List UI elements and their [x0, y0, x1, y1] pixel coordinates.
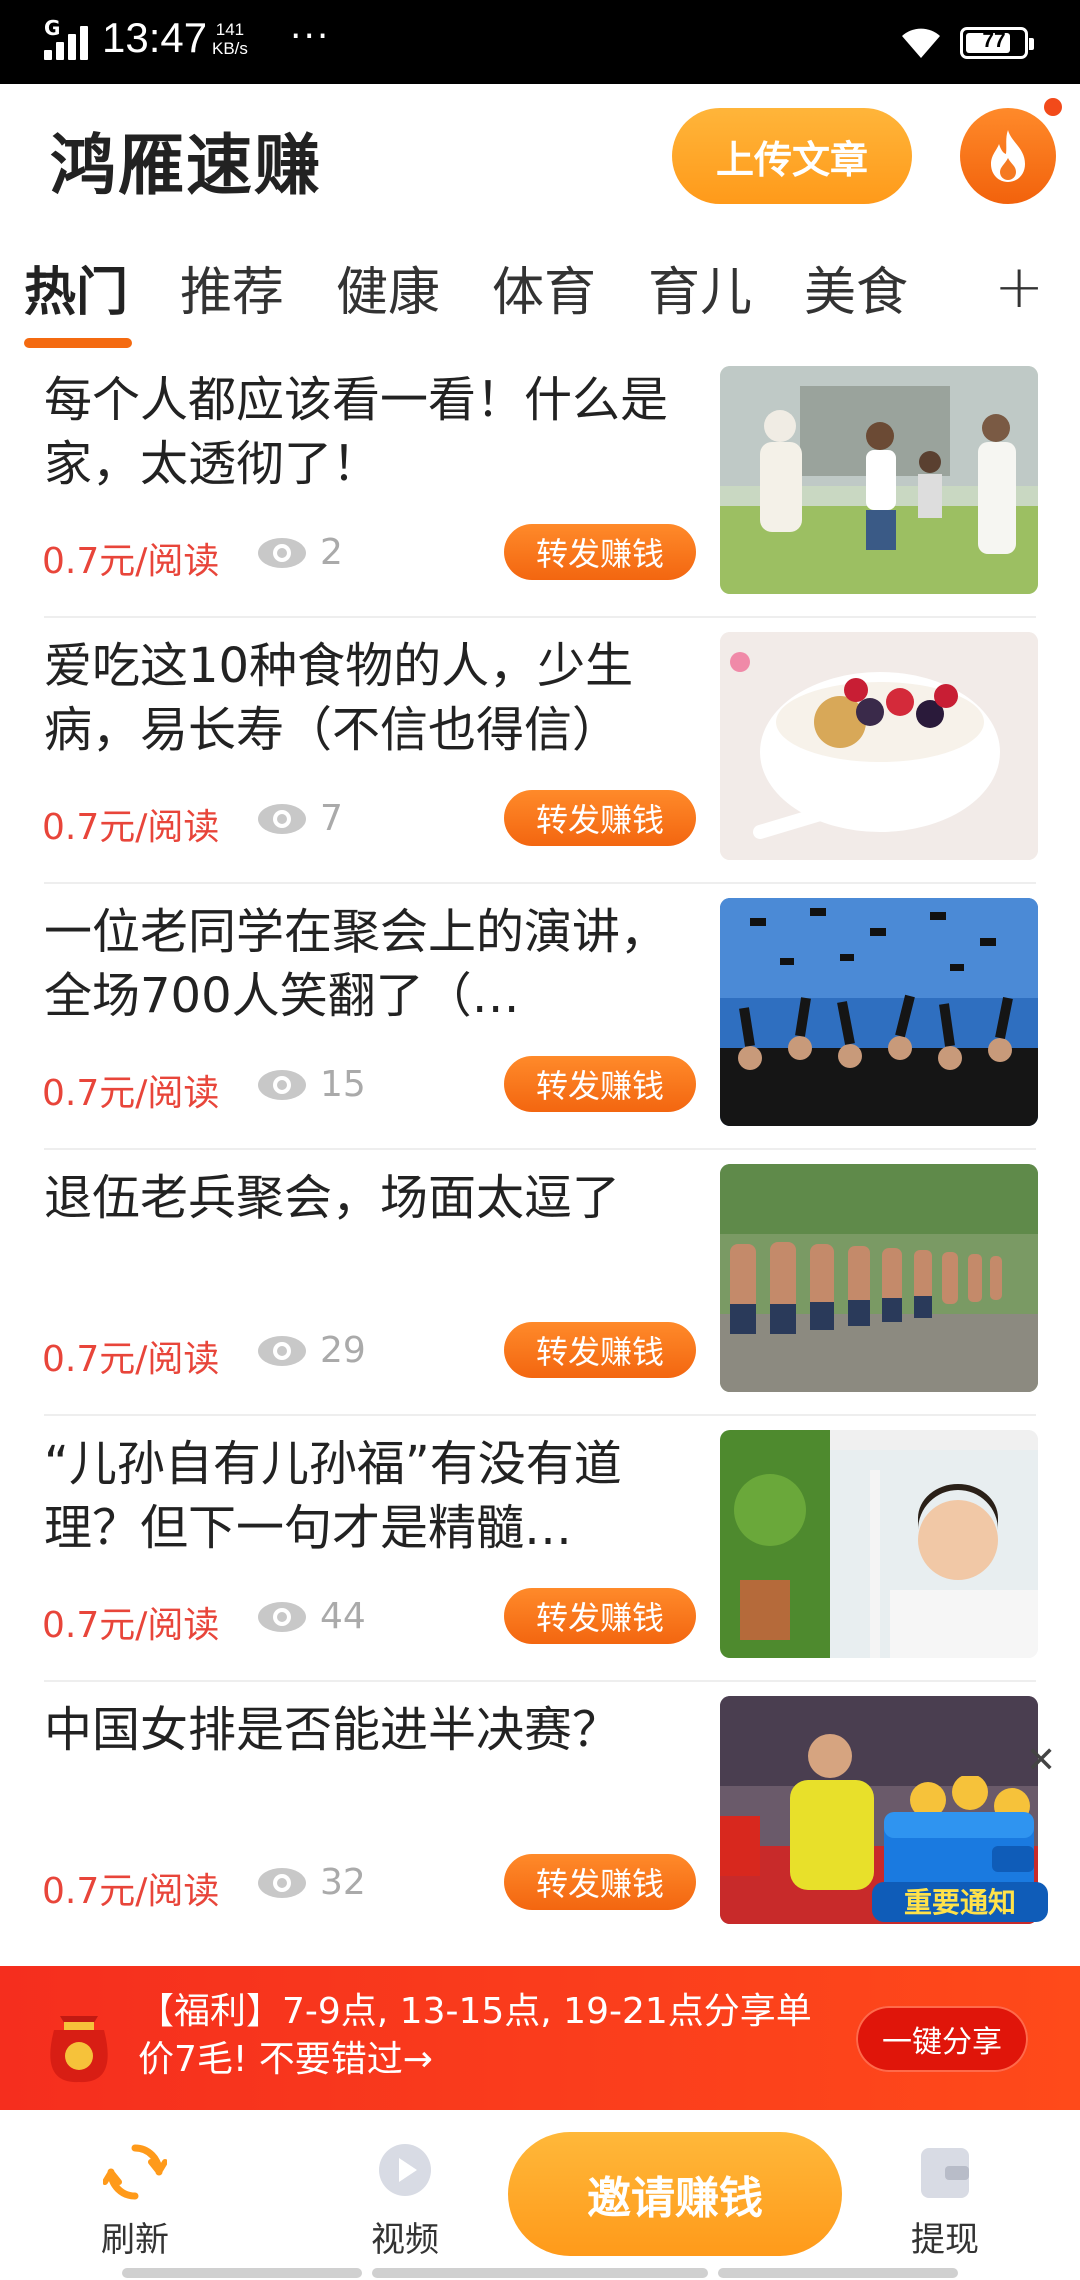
- article-title[interactable]: 一位老同学在聚会上的演讲，全场700人笑翻了（…: [44, 900, 694, 1028]
- category-tabs: 热门 推荐 健康 体育 育儿 美食: [0, 250, 1080, 350]
- notification-dot: [1044, 98, 1062, 116]
- promo-banner[interactable]: 【福利】7-9点, 13-15点, 19-21点分享单价7毛! 不要错过→ 一键…: [0, 1966, 1080, 2110]
- network-type: G: [44, 16, 61, 40]
- add-category-button[interactable]: +: [994, 252, 1044, 322]
- article-price: 0.7元/阅读: [42, 807, 220, 848]
- more-notifications: ···: [290, 16, 331, 57]
- article-title[interactable]: 中国女排是否能进半决赛？: [44, 1698, 694, 1762]
- article-item[interactable]: 退伍老兵聚会，场面太逗了 0.7元/阅读 29 转发赚钱: [0, 1164, 1080, 1430]
- article-price: 0.7元/阅读: [42, 1073, 220, 1114]
- view-count: 2: [256, 532, 343, 573]
- refresh-icon: [103, 2144, 167, 2200]
- network-speed: 141 KB/s: [212, 20, 248, 58]
- divider: [44, 1680, 1036, 1682]
- nav-refresh[interactable]: 刷新: [60, 2140, 210, 2261]
- article-item[interactable]: “儿孙自有儿孙福”有没有道理？但下一句才是精髓… 0.7元/阅读 44 转发赚钱: [0, 1430, 1080, 1696]
- wallet-icon: 重要通知: [872, 1774, 1048, 1922]
- view-count-value: 29: [320, 1330, 366, 1371]
- view-count: 44: [256, 1596, 366, 1637]
- eye-icon: [258, 1335, 306, 1366]
- notice-label: 重要通知: [904, 1886, 1016, 1919]
- article-thumbnail[interactable]: [720, 632, 1038, 860]
- article-price: 0.7元/阅读: [42, 541, 220, 582]
- fire-icon: [991, 130, 1025, 182]
- view-count-value: 15: [320, 1064, 366, 1105]
- eye-icon: [258, 1867, 306, 1898]
- article-thumbnail[interactable]: [720, 1164, 1038, 1392]
- eye-icon: [258, 1601, 306, 1632]
- article-thumbnail[interactable]: [720, 898, 1038, 1126]
- eye-icon: [258, 803, 306, 834]
- close-icon[interactable]: ✕: [1026, 1740, 1056, 1781]
- battery-icon: 77: [960, 27, 1034, 59]
- article-thumbnail[interactable]: [720, 366, 1038, 594]
- view-count-value: 7: [320, 798, 343, 839]
- invite-earn-button[interactable]: 邀请赚钱: [508, 2132, 842, 2256]
- article-title[interactable]: 退伍老兵聚会，场面太逗了: [44, 1166, 694, 1230]
- eye-icon: [258, 1069, 306, 1100]
- battery-level: 77: [982, 29, 1006, 52]
- share-earn-button[interactable]: 转发赚钱: [504, 1322, 696, 1378]
- play-icon: [379, 2144, 431, 2196]
- article-title[interactable]: 每个人都应该看一看！什么是家，太透彻了！: [44, 368, 694, 496]
- share-earn-button[interactable]: 转发赚钱: [504, 524, 696, 580]
- nav-withdraw[interactable]: 提现: [870, 2140, 1020, 2261]
- article-price: 0.7元/阅读: [42, 1339, 220, 1380]
- bottom-nav: 刷新 视频 邀请赚钱 提现: [0, 2110, 1080, 2280]
- view-count: 7: [256, 798, 343, 839]
- divider: [44, 882, 1036, 884]
- promo-text: 【福利】7-9点, 13-15点, 19-21点分享单价7毛! 不要错过→: [138, 1991, 812, 2080]
- nav-refresh-label: 刷新: [101, 2220, 169, 2260]
- hot-button[interactable]: [960, 108, 1056, 204]
- article-title[interactable]: “儿孙自有儿孙福”有没有道理？但下一句才是精髓…: [44, 1432, 694, 1560]
- divider: [44, 616, 1036, 618]
- gesture-bar: [372, 2268, 708, 2278]
- tab-health[interactable]: 健康: [336, 250, 440, 325]
- article-item[interactable]: 每个人都应该看一看！什么是家，太透彻了！ 0.7元/阅读 2 转发赚钱: [0, 366, 1080, 632]
- upload-article-button[interactable]: 上传文章: [672, 108, 912, 204]
- view-count-value: 2: [320, 532, 343, 573]
- tab-recommend[interactable]: 推荐: [180, 250, 284, 325]
- tab-hot[interactable]: 热门: [24, 250, 128, 325]
- view-count-value: 44: [320, 1596, 366, 1637]
- share-earn-button[interactable]: 转发赚钱: [504, 1056, 696, 1112]
- tab-food[interactable]: 美食: [804, 250, 908, 325]
- article-title[interactable]: 爱吃这10种食物的人，少生病，易长寿（不信也得信）: [44, 634, 694, 762]
- share-earn-button[interactable]: 转发赚钱: [504, 790, 696, 846]
- article-thumbnail[interactable]: [720, 1430, 1038, 1658]
- article-item[interactable]: 爱吃这10种食物的人，少生病，易长寿（不信也得信） 0.7元/阅读 7 转发赚钱: [0, 632, 1080, 898]
- view-count-value: 32: [320, 1862, 366, 1903]
- view-count: 32: [256, 1862, 366, 1903]
- important-notice-badge[interactable]: 重要通知: [872, 1774, 1048, 1926]
- eye-icon: [258, 537, 306, 568]
- lucky-bag-icon: [50, 2016, 108, 2083]
- gesture-bar: [122, 2268, 362, 2278]
- one-click-share-button[interactable]: 一键分享: [856, 2006, 1028, 2072]
- wallet-icon: [921, 2148, 969, 2198]
- divider: [44, 1148, 1036, 1150]
- wifi-icon: [902, 28, 940, 58]
- app-title: 鸿雁速赚: [50, 127, 322, 204]
- speed-unit: KB/s: [212, 39, 248, 58]
- tab-parenting[interactable]: 育儿: [648, 250, 752, 325]
- article-item[interactable]: 一位老同学在聚会上的演讲，全场700人笑翻了（… 0.7元/阅读 15 转发赚钱: [0, 898, 1080, 1164]
- divider: [44, 1414, 1036, 1416]
- status-bar: G 13:47 141 KB/s ··· 77: [0, 0, 1080, 84]
- gesture-bar: [718, 2268, 958, 2278]
- share-earn-button[interactable]: 转发赚钱: [504, 1588, 696, 1644]
- nav-video[interactable]: 视频: [330, 2140, 480, 2261]
- view-count: 15: [256, 1064, 366, 1105]
- article-price: 0.7元/阅读: [42, 1871, 220, 1912]
- view-count: 29: [256, 1330, 366, 1371]
- nav-video-label: 视频: [371, 2220, 439, 2260]
- nav-withdraw-label: 提现: [911, 2220, 979, 2260]
- tab-sports[interactable]: 体育: [492, 250, 596, 325]
- clock: 13:47: [102, 14, 208, 61]
- speed-value: 141: [215, 20, 245, 39]
- article-price: 0.7元/阅读: [42, 1605, 220, 1646]
- share-earn-button[interactable]: 转发赚钱: [504, 1854, 696, 1910]
- active-tab-indicator: [24, 338, 132, 348]
